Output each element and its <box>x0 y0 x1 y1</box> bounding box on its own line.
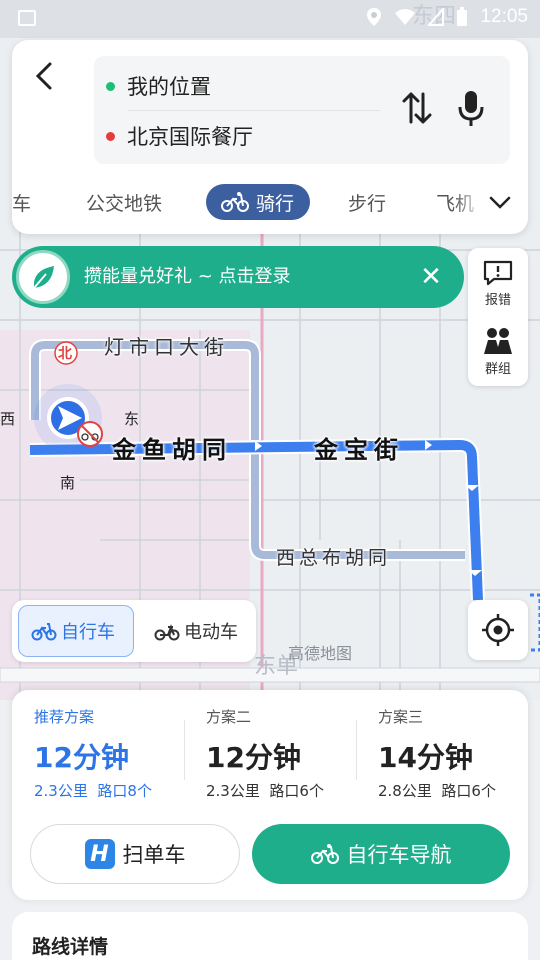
banner-text: 攒能量兑好礼 ~ 点击登录 <box>84 266 291 287</box>
plan-two[interactable]: 方案二 12分钟 2.3公里 路口6个 <box>184 702 356 812</box>
ebike-option-label: 电动车 <box>184 622 238 643</box>
plan-distance: 2.8公里 <box>378 782 432 800</box>
plan-meta: 2.8公里 路口6个 <box>378 780 496 801</box>
compass-south: 南 <box>60 474 76 492</box>
tab-cycling[interactable]: 骑行 <box>206 184 311 220</box>
wifi-icon <box>395 9 416 25</box>
tab-walk-label: 步行 <box>348 192 387 215</box>
plan-distance: 2.3公里 <box>206 782 260 800</box>
plan-time: 12分钟 <box>34 741 129 774</box>
group-label: 群组 <box>484 361 511 377</box>
promo-banner[interactable]: 攒能量兑好礼 ~ 点击登录 ✕ <box>12 246 464 308</box>
leaf-icon <box>16 250 70 304</box>
gallery-icon <box>18 10 36 26</box>
status-bar: 12:05 <box>0 0 540 38</box>
tab-drive-label: 车 <box>12 192 32 215</box>
plan-time: 14分钟 <box>378 741 473 774</box>
hellobike-logo-icon: H <box>84 839 115 869</box>
more-modes-button[interactable] <box>486 188 514 216</box>
electric-bike-icon <box>154 624 180 641</box>
origin-field[interactable]: 我的位置 <box>106 64 211 108</box>
group-button[interactable]: 群组 <box>468 318 528 384</box>
status-time: 12:05 <box>480 6 528 27</box>
chevron-left-icon <box>35 62 52 90</box>
plan-name: 方案二 <box>206 708 252 726</box>
crosshair-icon <box>482 614 514 646</box>
plan-name: 推荐方案 <box>34 708 95 726</box>
group-icon <box>484 327 512 354</box>
road-label-jinyu: 金鱼胡同 <box>112 436 232 464</box>
road-label-jinbao: 金宝街 <box>314 436 404 464</box>
compass-west: 西 <box>0 410 16 428</box>
bike-option-label: 自行车 <box>61 622 115 643</box>
scan-bike-button[interactable]: H 扫单车 <box>30 824 240 884</box>
map-watermark: 高德地图 <box>288 644 353 663</box>
plan-crossings: 路口6个 <box>269 782 324 800</box>
destination-field[interactable]: 北京国际餐厅 <box>106 114 253 158</box>
tab-drive[interactable]: 车 <box>12 184 31 220</box>
report-error-button[interactable]: 报错 <box>468 250 528 316</box>
location-status-icon <box>367 8 382 26</box>
tab-cycling-label: 骑行 <box>256 192 295 215</box>
bicycle-icon <box>310 844 339 864</box>
plan-recommended[interactable]: 推荐方案 12分钟 2.3公里 路口8个 <box>12 702 184 812</box>
vehicle-type-toggle: 自行车 电动车 <box>12 600 256 662</box>
back-button[interactable] <box>30 58 66 98</box>
destination-dot-icon <box>106 131 115 141</box>
plan-time: 12分钟 <box>206 741 301 774</box>
scan-bike-label: 扫单车 <box>122 843 186 867</box>
ebike-option[interactable]: 电动车 <box>142 605 250 657</box>
start-navigation-label: 自行车导航 <box>346 843 452 867</box>
report-label: 报错 <box>484 292 511 308</box>
plan-distance: 2.3公里 <box>34 782 88 800</box>
destination-text: 北京国际餐厅 <box>127 125 253 149</box>
map-side-tools: 报错 群组 <box>468 248 528 386</box>
bike-option[interactable]: 自行车 <box>18 605 134 657</box>
plan-meta: 2.3公里 路口8个 <box>34 780 152 801</box>
plan-three[interactable]: 方案三 14分钟 2.8公里 路口6个 <box>356 702 528 812</box>
route-divider <box>128 110 380 111</box>
locate-me-button[interactable] <box>468 600 528 660</box>
plan-name: 方案三 <box>378 708 424 726</box>
route-detail-card[interactable]: 路线详情 <box>12 912 528 960</box>
bicycle-icon <box>31 623 57 641</box>
microphone-icon <box>458 91 484 126</box>
chevron-down-icon <box>489 196 511 209</box>
route-plans-panel: 推荐方案 12分钟 2.3公里 路口8个 方案二 12分钟 2.3公里 路口6个… <box>12 690 528 900</box>
tab-transit[interactable]: 公交地铁 <box>86 184 162 220</box>
start-navigation-button[interactable]: 自行车导航 <box>252 824 510 884</box>
compass-east: 东 <box>124 410 140 428</box>
bicycle-icon <box>221 192 249 212</box>
alt-route-south <box>251 450 465 559</box>
road-label-dengshikou: 灯市口大街 <box>104 335 229 359</box>
origin-dot-icon <box>106 81 115 91</box>
route-detail-title: 路线详情 <box>32 936 109 958</box>
route-search-card: 我的位置 北京国际餐厅 车 公交地铁 骑行 步行 <box>12 40 528 234</box>
swap-arrows-icon <box>402 92 432 124</box>
origin-text: 我的位置 <box>127 75 211 99</box>
plan-crossings: 路口8个 <box>97 782 152 800</box>
banner-close-button[interactable]: ✕ <box>416 262 446 292</box>
tabs-fade <box>454 182 484 222</box>
plan-meta: 2.3公里 路口6个 <box>206 780 324 801</box>
report-icon <box>483 260 513 285</box>
swap-button[interactable] <box>400 88 434 128</box>
tab-transit-label: 公交地铁 <box>86 192 163 215</box>
tab-walk[interactable]: 步行 <box>348 184 386 220</box>
voice-button[interactable] <box>454 86 488 130</box>
road-label-xizongbu: 西总布胡同 <box>276 547 392 569</box>
north-marker-label: 北 <box>58 346 72 362</box>
plan-crossings: 路口6个 <box>441 782 496 800</box>
route-inputs: 我的位置 北京国际餐厅 <box>94 56 510 164</box>
battery-icon <box>457 7 468 26</box>
signal-icon <box>428 8 445 26</box>
travel-mode-tabs: 车 公交地铁 骑行 步行 飞机 <box>12 180 528 222</box>
